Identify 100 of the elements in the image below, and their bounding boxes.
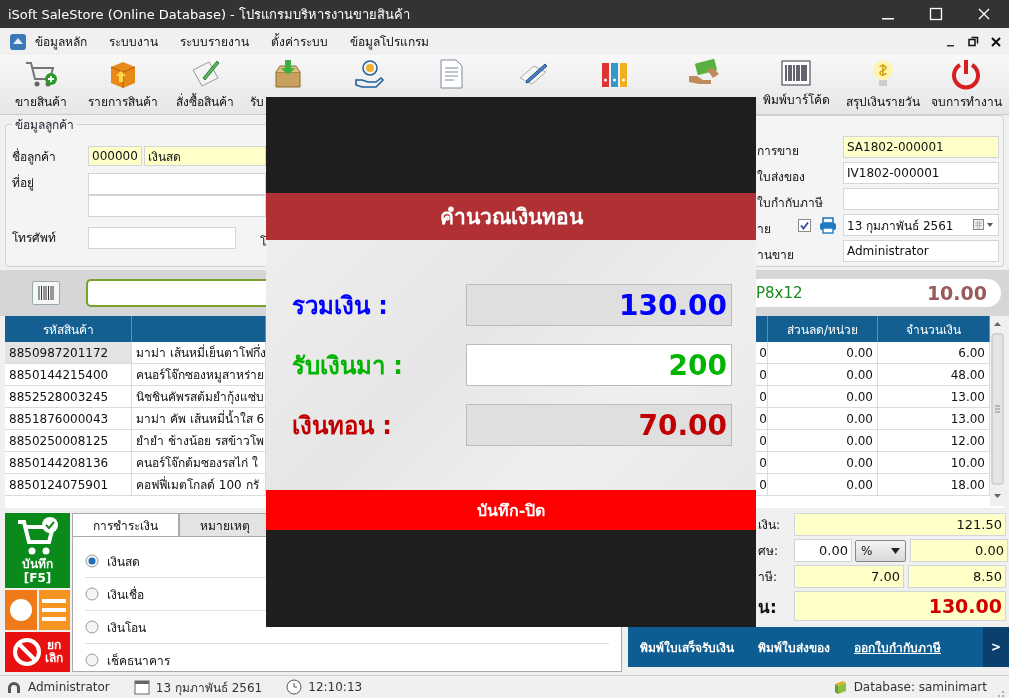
radio-button[interactable] [85,587,99,601]
radio-label[interactable]: เงินโอน [107,617,146,637]
save-button[interactable]: บันทึก [F5] [5,513,70,588]
summary-label: ศษ: [758,543,780,560]
radio-label[interactable]: เงินเชื่อ [107,584,144,604]
print-button[interactable]: พิมพ์ใบเสร็จรับเงิน [628,637,746,657]
customer-code-field[interactable]: 000000 [88,146,142,166]
tax-rate-field: 7.00 [794,565,904,588]
amount-label: เงินทอน : [292,410,392,442]
table-cell: มาม่า คัพ เส้นหมี่น้ำใส 6 [132,408,266,430]
toolbar-button[interactable]: สรุปเงินรายวัน [840,55,926,114]
summary-label: น: [758,595,778,619]
table-cell: 8850144208136 [5,452,132,474]
status-date: 13 กุมภาพันธ์ 2561 [155,679,263,697]
table-cell: 0 [756,430,768,452]
table-cell: 0.00 [768,452,878,474]
circle-icon [8,598,33,622]
tab[interactable]: การชำระเงิน [72,513,179,536]
table-cell: 0.00 [768,408,878,430]
address-field[interactable] [88,173,266,195]
menu-item[interactable]: ระบบงาน [109,32,158,51]
checkbox[interactable] [798,218,811,232]
field-label: การขาย [757,143,800,159]
radio-button[interactable] [85,554,99,568]
table-cell: คนอร์โจ๊กต้มซองรสไก่ ใ [132,452,266,474]
radio-label[interactable]: เงินสด [107,551,140,571]
app-icon[interactable] [9,32,27,51]
save-close-button[interactable]: บันทึก-ปิด [266,490,756,530]
table-cell: 13.00 [878,386,990,408]
menu-item[interactable]: ข้อมูลหลัก [35,32,87,51]
item-name: P8x12 [756,284,803,302]
coin-hand-icon[interactable] [353,58,385,90]
more-button[interactable]: > [983,627,1009,667]
text-field[interactable] [843,188,999,210]
window-title: iSoft SaleStore (Online Database) - โปรแกรมบริหารงานขายสินค้า [8,5,410,24]
field-label: ใบส่งของ [757,169,806,185]
barcode-field[interactable] [86,279,266,307]
text-field[interactable]: Administrator [843,240,999,262]
cancel-button[interactable]: ยก เลิก [5,632,70,672]
field-label: ใบกำกับภาษี [757,195,824,211]
field-label: โ [260,234,266,251]
tax-invoice-link[interactable]: ออกใบกำกับภาษี [842,637,953,657]
barcode-icon [37,284,55,302]
print-button[interactable]: พิมพ์ใบส่งของ [746,637,842,657]
table-cell: 0.00 [768,474,878,496]
phone-field[interactable] [88,226,236,249]
table-cell: 0.00 [768,386,878,408]
restore-icon[interactable] [968,36,979,47]
table-cell: 8850124075901 [5,474,132,496]
barcode-button[interactable] [32,281,60,305]
scrollbar[interactable] [990,316,1005,506]
total-field: 130.00 [794,591,1006,621]
dialog-title: คำนวณเงินทอน [266,193,756,240]
menu-item[interactable]: ข้อมูลโปรแกรม [350,32,429,51]
toolbar-button[interactable]: รายการสินค้า [82,55,164,114]
column-header: ส่วนลด/หน่วย [768,316,878,342]
toolbar-button[interactable]: จบการทำงาน [926,55,1006,114]
unit-dropdown[interactable]: % [855,539,906,562]
power-icon [950,58,982,90]
radio-button[interactable] [85,653,99,667]
table-cell: ยำยำ ช้างน้อย รสข้าวโพ [132,430,266,452]
date-picker[interactable]: 13 กุมภาพันธ์ 2561 [843,214,999,236]
menu-item[interactable]: ตั้งค่าระบบ [271,32,328,51]
text-field[interactable]: IV1802-000001 [843,162,999,184]
table-cell: 8850144215400 [5,364,132,386]
toolbar-button[interactable]: พิมพ์บาร์โค้ด [752,55,840,114]
table-cell: 0.00 [768,430,878,452]
calendar-icon [973,219,995,231]
amount-field: 130.00 [466,284,732,326]
table-cell: 13.00 [878,408,990,430]
discount-field[interactable]: 0.00 [794,539,852,562]
field-label: ชื่อลูกค้า [12,147,57,166]
toolbar-button[interactable]: รับ [246,55,328,114]
address-field[interactable] [88,195,266,217]
amount-label: รวมเงิน : [292,290,388,322]
column-header: จำนวนเงิน [878,316,990,342]
record-button[interactable] [5,590,37,630]
group-title: ข้อมูลลูกค้า [14,117,75,134]
table-cell: 6.00 [878,342,990,364]
customer-name-field[interactable]: เงินสด [144,146,266,166]
menu-item[interactable]: ระบบรายงาน [180,32,249,51]
text-field[interactable]: SA1802-000001 [843,136,999,158]
toolbar-button[interactable]: สั่งซื้อสินค้า [164,55,246,114]
table-cell: คอฟฟี่เมตโกลด์ 100 กรั [132,474,266,496]
summary-label: เงิน: [758,517,782,534]
list-button[interactable] [38,590,70,630]
radio-button[interactable] [85,620,99,634]
total-field: 121.50 [794,513,1006,536]
table-cell: 10.00 [878,452,990,474]
printer-icon[interactable] [819,216,837,234]
column-header [756,316,768,342]
radio-label[interactable]: เช็คธนาคาร [107,650,170,670]
calendar-icon [133,679,150,695]
table-cell: มาม่า เส้นหมี่เย็นตาโฟกึ่ง [132,342,266,364]
table-cell: 0 [756,386,768,408]
table-cell: นิชชินคัพรสต้มยำกุ้งแซ่บ [132,386,266,408]
close-icon[interactable] [991,36,1001,47]
clock-icon [286,679,303,695]
maximize-icon[interactable] [929,7,943,21]
toolbar-button[interactable]: ขายสินค้า [0,55,82,114]
